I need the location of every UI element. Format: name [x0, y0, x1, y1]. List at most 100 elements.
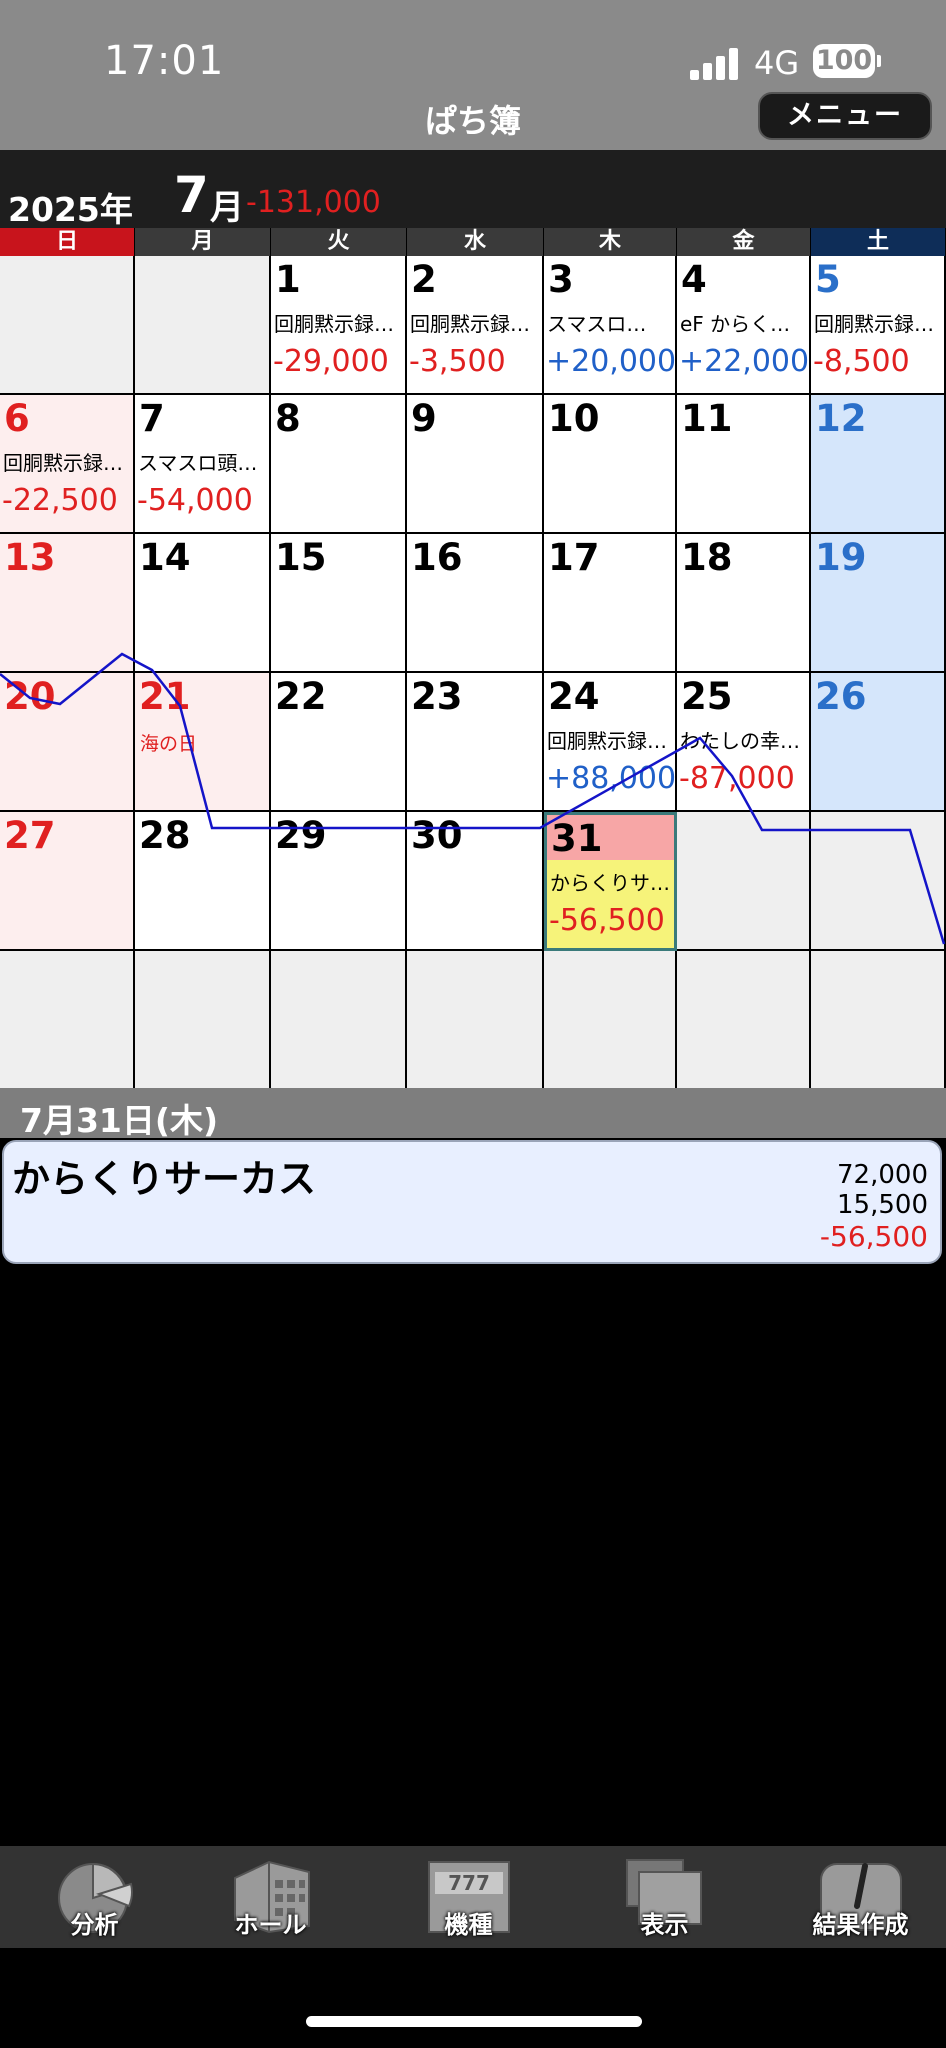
tab-display[interactable]: 表示 — [570, 1846, 759, 1948]
calendar-day-6[interactable]: 6 回胴黙示録… -22,500 — [0, 395, 135, 534]
day-machine-memo: 回胴黙示録… — [410, 312, 530, 336]
tab-label-machine: 機種 — [444, 1911, 493, 1939]
calendar-empty-cell — [811, 951, 946, 1090]
tab-analysis[interactable]: 分析 — [0, 1846, 189, 1948]
day-number: 11 — [681, 397, 733, 440]
menu-button[interactable]: メニュー — [758, 92, 932, 140]
day-number: 2 — [411, 258, 437, 301]
tab-hall[interactable]: ホール — [176, 1846, 365, 1948]
day-number: 15 — [275, 536, 327, 579]
calendar-day-20[interactable]: 20 — [0, 673, 135, 812]
day-balance: -3,500 — [409, 344, 506, 379]
calendar-day-16[interactable]: 16 — [407, 534, 544, 673]
day-balance: -54,000 — [137, 483, 253, 518]
calendar-day-15[interactable]: 15 — [271, 534, 407, 673]
day-number: 24 — [548, 675, 600, 718]
tab-machine[interactable]: 777 機種 — [374, 1846, 563, 1948]
calendar-day-19[interactable]: 19 — [811, 534, 946, 673]
network-type: 4G — [754, 44, 800, 82]
calendar-empty-cell — [811, 812, 946, 951]
calendar-day-23[interactable]: 23 — [407, 673, 544, 812]
day-machine-memo: わたしの幸… — [680, 729, 800, 753]
tab-label-result-create: 結果作成 — [812, 1911, 909, 1939]
calendar-day-31[interactable]: 31 からくりサ… -56,500 — [544, 812, 677, 951]
day-number: 20 — [4, 675, 56, 718]
day-balance: +88,000 — [546, 761, 677, 796]
day-number: 22 — [275, 675, 327, 718]
weekday-5: 金 — [677, 228, 811, 256]
calendar-day-30[interactable]: 30 — [407, 812, 544, 951]
calendar-day-10[interactable]: 10 — [544, 395, 677, 534]
calendar-day-26[interactable]: 26 — [811, 673, 946, 812]
entry-investment: 72,000 — [837, 1160, 928, 1190]
calendar-day-28[interactable]: 28 — [135, 812, 271, 951]
weekday-0: 日 — [0, 228, 135, 256]
day-number: 29 — [275, 814, 327, 857]
day-number: 1 — [275, 258, 301, 301]
calendar-day-13[interactable]: 13 — [0, 534, 135, 673]
calendar-empty-cell — [135, 256, 271, 395]
day-machine-memo: スマスロ頭… — [138, 451, 258, 475]
calendar-empty-cell — [271, 951, 407, 1090]
day-number: 17 — [548, 536, 600, 579]
day-number: 6 — [4, 397, 30, 440]
day-number: 18 — [681, 536, 733, 579]
month-bar — [0, 150, 946, 228]
calendar-empty-cell — [544, 951, 677, 1090]
day-machine-memo: スマスロ… — [547, 312, 647, 336]
day-balance: -87,000 — [679, 761, 795, 796]
day-balance: -56,500 — [549, 903, 665, 938]
month-total: -131,000 — [246, 185, 381, 220]
calendar-day-5[interactable]: 5 回胴黙示録… -8,500 — [811, 256, 946, 395]
calendar-day-22[interactable]: 22 — [271, 673, 407, 812]
entry-balance: -56,500 — [819, 1220, 928, 1253]
year-label[interactable]: 2025年 — [8, 183, 133, 231]
day-number: 4 — [681, 258, 707, 301]
calendar-day-12[interactable]: 12 — [811, 395, 946, 534]
day-number: 21 — [139, 675, 191, 718]
entry-machine-name: からくりサーカス — [12, 1157, 317, 1201]
calendar-day-14[interactable]: 14 — [135, 534, 271, 673]
day-number: 14 — [139, 536, 191, 579]
calendar-day-2[interactable]: 2 回胴黙示録… -3,500 — [407, 256, 544, 395]
calendar-day-4[interactable]: 4 eF からく… +22,000 — [677, 256, 811, 395]
calendar-day-29[interactable]: 29 — [271, 812, 407, 951]
day-machine-memo: 回胴黙示録… — [3, 451, 123, 475]
day-machine-memo: 回胴黙示録… — [814, 312, 934, 336]
tab-result-create[interactable]: 結果作成 — [766, 1846, 946, 1948]
day-number: 26 — [815, 675, 867, 718]
battery-tip — [877, 55, 881, 67]
tab-label-analysis: 分析 — [70, 1911, 119, 1939]
calendar-day-1[interactable]: 1 回胴黙示録… -29,000 — [271, 256, 407, 395]
day-machine-memo: 回胴黙示録… — [274, 312, 394, 336]
calendar-day-8[interactable]: 8 — [271, 395, 407, 534]
day-balance: +22,000 — [679, 344, 810, 379]
calendar-grid: 1 回胴黙示録… -29,000 2 回胴黙示録… -3,500 3 スマスロ… +20,000… — [0, 256, 946, 1090]
calendar-day-25[interactable]: 25 わたしの幸… -87,000 — [677, 673, 811, 812]
entry-recovery: 15,500 — [837, 1190, 928, 1220]
calendar-day-3[interactable]: 3 スマスロ… +20,000 — [544, 256, 677, 395]
calendar-day-11[interactable]: 11 — [677, 395, 811, 534]
calendar-day-21[interactable]: 21 海の日 — [135, 673, 271, 812]
svg-text:777: 777 — [448, 1871, 490, 1895]
day-number: 30 — [411, 814, 463, 857]
day-number: 28 — [139, 814, 191, 857]
weekday-3: 水 — [407, 228, 544, 256]
day-number: 31 — [551, 817, 603, 860]
calendar-day-17[interactable]: 17 — [544, 534, 677, 673]
day-machine-memo: からくりサ… — [550, 871, 670, 895]
day-number: 19 — [815, 536, 867, 579]
day-number: 8 — [275, 397, 301, 440]
day-number: 5 — [815, 258, 841, 301]
calendar-day-24[interactable]: 24 回胴黙示録… +88,000 — [544, 673, 677, 812]
calendar-day-18[interactable]: 18 — [677, 534, 811, 673]
home-indicator — [306, 2016, 642, 2027]
calendar-day-27[interactable]: 27 — [0, 812, 135, 951]
month-number[interactable]: 7 — [174, 166, 209, 224]
calendar-day-9[interactable]: 9 — [407, 395, 544, 534]
day-number: 16 — [411, 536, 463, 579]
signal-icon — [690, 48, 738, 80]
day-machine-memo: 回胴黙示録… — [547, 729, 667, 753]
holiday-label: 海の日 — [140, 733, 198, 755]
calendar-day-7[interactable]: 7 スマスロ頭… -54,000 — [135, 395, 271, 534]
